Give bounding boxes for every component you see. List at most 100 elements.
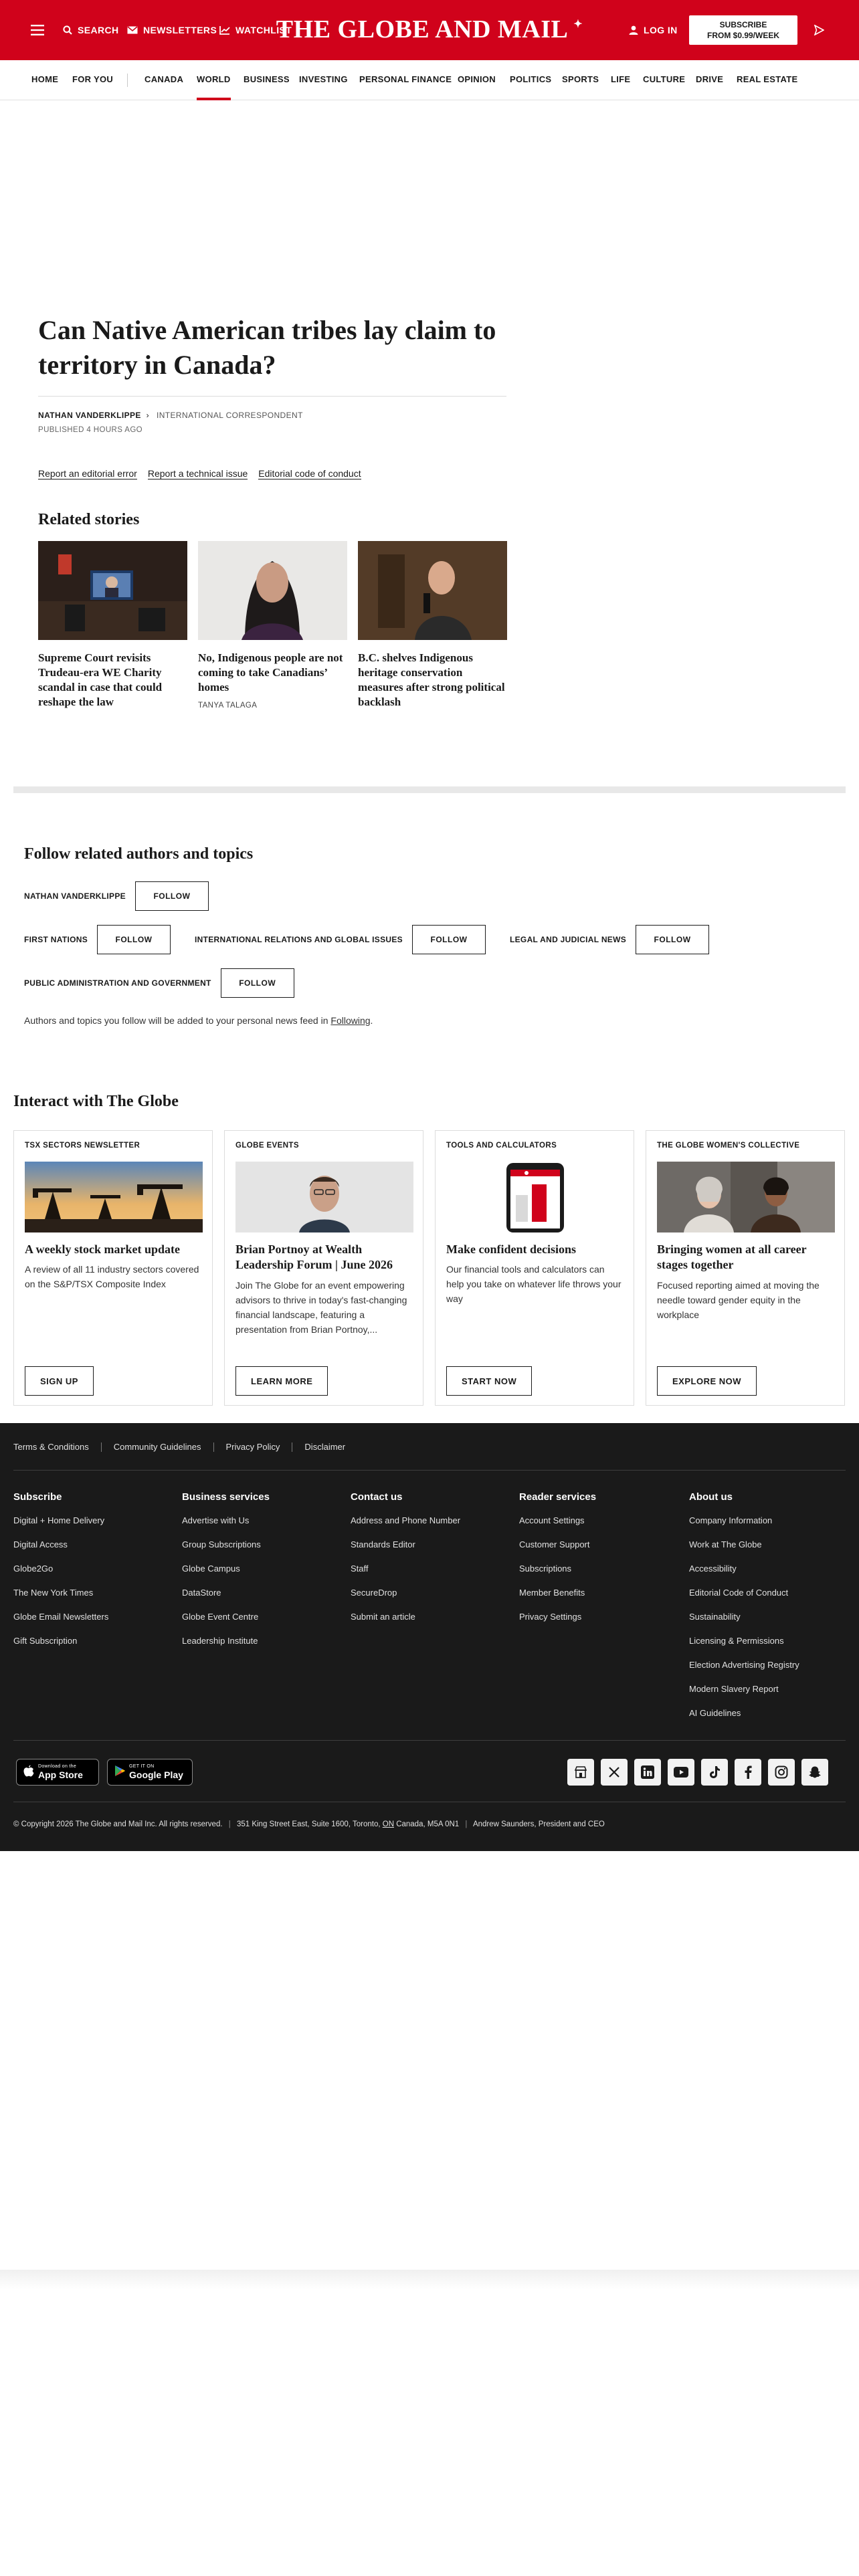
nav-item-world[interactable]: WORLD [197, 60, 231, 100]
footer-link[interactable]: Member Benefits [519, 1587, 596, 1599]
author-link[interactable]: NATHAN VANDERKLIPPE › [38, 411, 149, 420]
story-image [198, 541, 347, 640]
facebook-icon[interactable] [735, 1759, 761, 1786]
youtube-icon[interactable] [668, 1759, 694, 1786]
terms-link[interactable]: Terms & Conditions [13, 1442, 89, 1452]
snapchat-icon[interactable] [801, 1759, 828, 1786]
app-store-badge[interactable]: Download on the App Store [16, 1759, 99, 1786]
login-button[interactable]: LOG IN [629, 0, 678, 60]
calculator-phone-icon [446, 1162, 624, 1232]
google-play-big-text: Google Play [129, 1769, 183, 1780]
footer-link[interactable]: Staff [351, 1563, 460, 1575]
footer-link[interactable]: Globe Campus [182, 1563, 270, 1575]
subscribe-line1: SUBSCRIBE [719, 20, 767, 29]
nav-item-opinion[interactable]: OPINION [458, 60, 496, 100]
footer-link[interactable]: Digital Access [13, 1539, 108, 1551]
related-story[interactable]: B.C. shelves Indigenous heritage conserv… [358, 541, 507, 710]
footer-link[interactable]: Subscriptions [519, 1563, 596, 1575]
footer-link[interactable]: Address and Phone Number [351, 1515, 460, 1527]
nav-item-canada[interactable]: CANADA [145, 60, 183, 100]
footer-link[interactable]: Standards Editor [351, 1539, 460, 1551]
disclaimer-link[interactable]: Disclaimer [304, 1442, 345, 1452]
footer-link[interactable]: Globe Email Newsletters [13, 1611, 108, 1623]
report-editorial-error-link[interactable]: Report an editorial error [38, 468, 137, 479]
footer-column-heading: Business services [182, 1491, 270, 1503]
footer-link[interactable]: The New York Times [13, 1587, 108, 1599]
instagram-icon[interactable] [768, 1759, 795, 1786]
footer-link[interactable]: Gift Subscription [13, 1635, 108, 1647]
footer-link[interactable]: AI Guidelines [689, 1707, 799, 1719]
nav-item-business[interactable]: BUSINESS [244, 60, 290, 100]
nav-item-life[interactable]: LIFE [611, 60, 630, 100]
newsletters-button[interactable]: NEWSLETTERS [127, 0, 217, 60]
promo-card: GLOBE EVENTS Brian Portnoy at Wealth Lea… [224, 1130, 423, 1406]
footer-link[interactable]: Election Advertising Registry [689, 1659, 799, 1671]
share-button[interactable] [814, 0, 824, 60]
sign-up-button[interactable]: SIGN UP [25, 1366, 94, 1396]
nav-item-politics[interactable]: POLITICS [510, 60, 551, 100]
nav-item-real-estate[interactable]: REAL ESTATE [737, 60, 797, 100]
follow-row: NATHAN VANDERKLIPPE FOLLOW [24, 881, 233, 911]
ceo-text: Andrew Saunders, President and CEO [472, 1820, 605, 1828]
footer-link[interactable]: Licensing & Permissions [689, 1635, 799, 1647]
footer-link[interactable]: Editorial Code of Conduct [689, 1587, 799, 1599]
follow-button[interactable]: FOLLOW [412, 925, 486, 954]
linkedin-icon[interactable] [634, 1759, 661, 1786]
tiktok-icon[interactable] [701, 1759, 728, 1786]
editorial-code-link[interactable]: Editorial code of conduct [258, 468, 361, 479]
footer-link[interactable]: Digital + Home Delivery [13, 1515, 108, 1527]
nav-item-personal-finance[interactable]: PERSONAL FINANCE [359, 60, 452, 100]
footer-link[interactable]: Privacy Settings [519, 1611, 596, 1623]
google-play-icon [114, 1765, 125, 1780]
x-icon[interactable] [601, 1759, 628, 1786]
footer-link[interactable]: Globe Event Centre [182, 1611, 270, 1623]
related-stories-title: Related stories [38, 511, 140, 528]
footer-link[interactable]: SecureDrop [351, 1587, 460, 1599]
nav-item-home[interactable]: HOME [31, 60, 58, 100]
footer-link[interactable]: Customer Support [519, 1539, 596, 1551]
footer-link[interactable]: Advertise with Us [182, 1515, 270, 1527]
start-now-button[interactable]: START NOW [446, 1366, 533, 1396]
brand-logo[interactable]: THE GLOBE AND MAIL [276, 15, 567, 43]
community-guidelines-link[interactable]: Community Guidelines [114, 1442, 201, 1452]
follow-button[interactable]: FOLLOW [220, 968, 294, 998]
footer-column-heading: About us [689, 1491, 733, 1503]
site-footer: Terms & Conditions Community Guidelines … [0, 1423, 859, 1851]
footer-link[interactable]: Modern Slavery Report [689, 1683, 799, 1695]
follow-button[interactable]: FOLLOW [97, 925, 171, 954]
menu-button[interactable] [31, 0, 44, 60]
footer-link[interactable]: Company Information [689, 1515, 799, 1527]
explore-now-button[interactable]: EXPLORE NOW [657, 1366, 757, 1396]
google-play-badge[interactable]: GET IT ON Google Play [107, 1759, 193, 1786]
nav-item-for-you[interactable]: FOR YOU [72, 60, 113, 100]
following-link[interactable]: Following [330, 1015, 370, 1026]
footer-link[interactable]: Sustainability [689, 1611, 799, 1623]
footer-link[interactable]: Submit an article [351, 1611, 460, 1623]
learn-more-button[interactable]: LEARN MORE [235, 1366, 328, 1396]
footer-link[interactable]: Accessibility [689, 1563, 799, 1575]
story-title: B.C. shelves Indigenous heritage conserv… [358, 651, 505, 708]
trend-chart-icon [219, 25, 230, 35]
related-story[interactable]: No, Indigenous people are not coming to … [198, 541, 347, 710]
footer-link[interactable]: Group Subscriptions [182, 1539, 270, 1551]
related-story[interactable]: Supreme Court revisits Trudeau-era WE Ch… [38, 541, 187, 710]
footer-link[interactable]: Leadership Institute [182, 1635, 270, 1647]
report-technical-issue-link[interactable]: Report a technical issue [147, 468, 248, 479]
footer-link[interactable]: Account Settings [519, 1515, 596, 1527]
follow-tag-international-relations: INTERNATIONAL RELATIONS AND GLOBAL ISSUE… [195, 935, 403, 944]
privacy-policy-link[interactable]: Privacy Policy [226, 1442, 280, 1452]
footer-link[interactable]: Work at The Globe [689, 1539, 799, 1551]
nav-item-sports[interactable]: SPORTS [562, 60, 599, 100]
footer-link[interactable]: Globe2Go [13, 1563, 108, 1575]
nav-item-culture[interactable]: CULTURE [643, 60, 685, 100]
follow-note: Authors and topics you follow will be ad… [24, 1015, 373, 1026]
footer-link[interactable]: DataStore [182, 1587, 270, 1599]
subscribe-button[interactable]: SUBSCRIBE FROM $0.99/WEEK [689, 15, 797, 45]
follow-button[interactable]: FOLLOW [636, 925, 710, 954]
footer-divider [13, 1470, 846, 1471]
nav-item-investing[interactable]: INVESTING [299, 60, 348, 100]
follow-button[interactable]: FOLLOW [134, 881, 209, 911]
search-button[interactable]: SEARCH [63, 0, 119, 60]
nav-item-drive[interactable]: DRIVE [696, 60, 723, 100]
store-icon[interactable] [567, 1759, 594, 1786]
